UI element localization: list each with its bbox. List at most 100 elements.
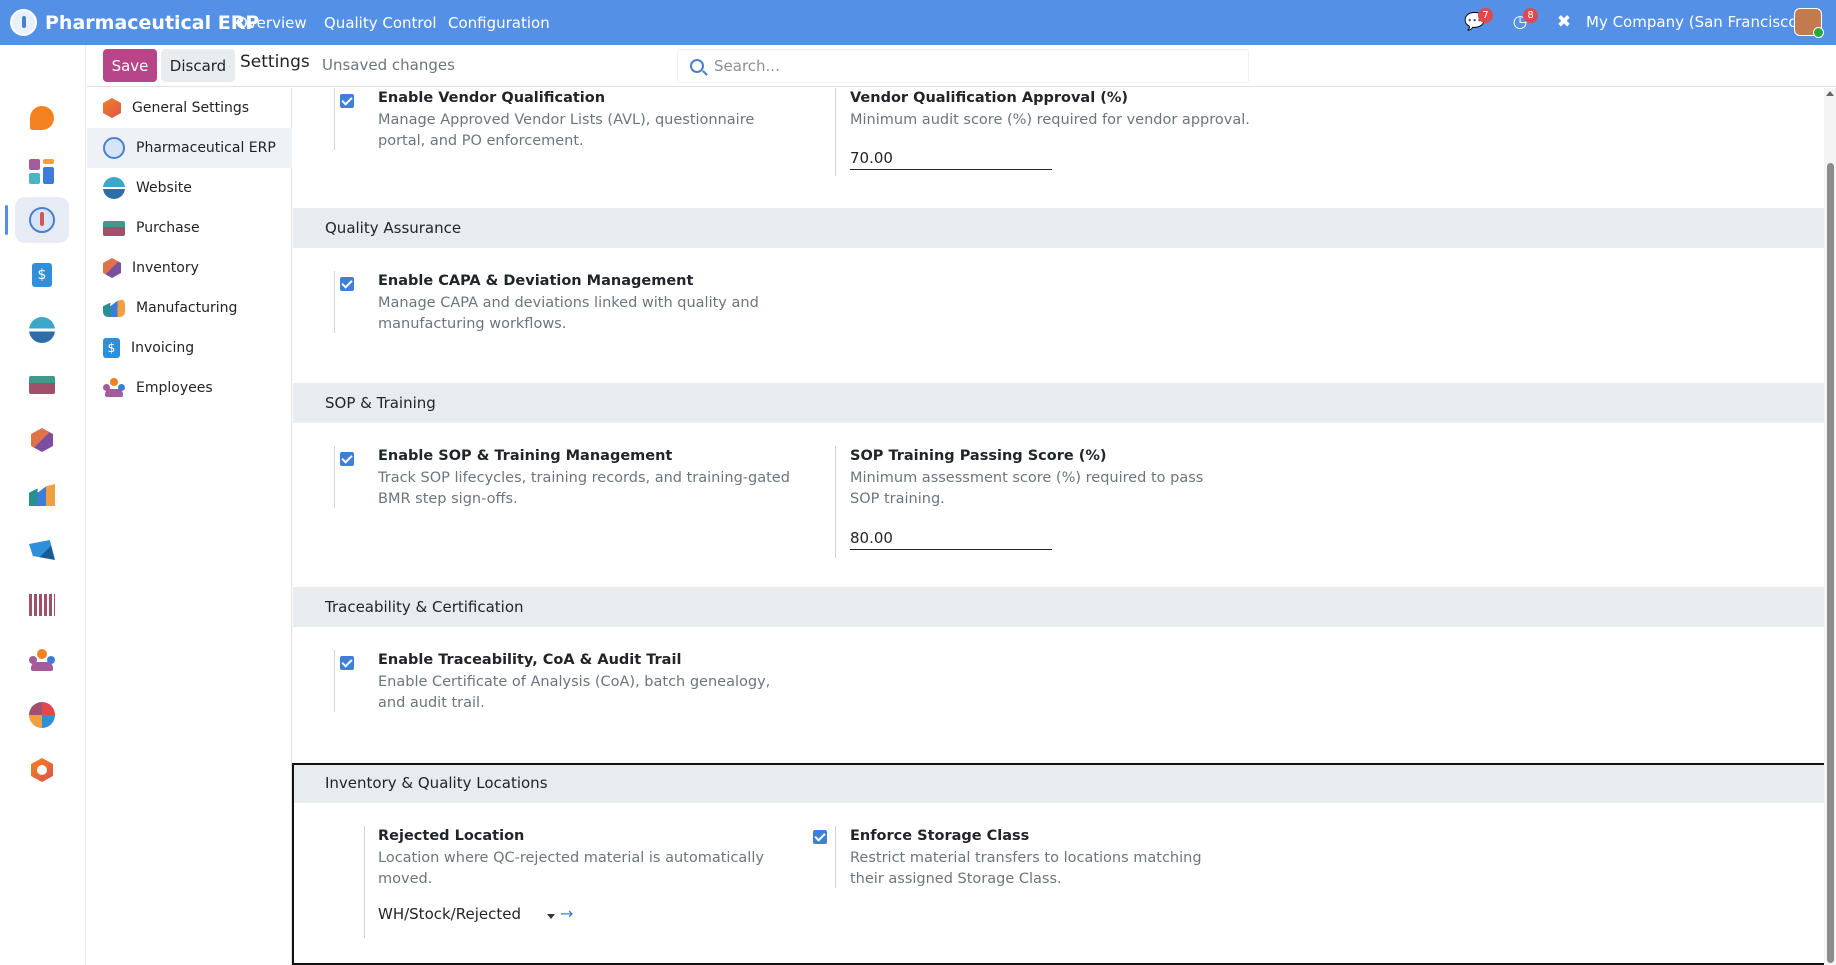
discuss-icon: [30, 106, 54, 130]
divider: [334, 271, 335, 333]
divider: [334, 88, 335, 150]
search-bar: [677, 49, 1249, 83]
save-button[interactable]: Save: [103, 49, 157, 82]
website-icon: [103, 177, 125, 199]
enforce-storage-class-title: Enforce Storage Class: [850, 828, 1030, 844]
scroll-up-icon[interactable]: [1826, 91, 1834, 96]
messages-button[interactable]: 💬 7: [1464, 8, 1493, 33]
brand[interactable]: Pharmaceutical ERP: [10, 0, 259, 45]
sidebar-item-label: Inventory: [132, 260, 199, 276]
rail-invoicing[interactable]: $: [15, 252, 69, 298]
vendor-qualification-title: Enable Vendor Qualification: [378, 90, 606, 106]
rail-barcode[interactable]: [15, 582, 69, 628]
messages-badge: 7: [1478, 8, 1493, 23]
rail-settings[interactable]: [15, 747, 69, 793]
sidebar-item-label: Invoicing: [131, 340, 195, 356]
rail-field-service[interactable]: [15, 527, 69, 573]
sop-training-checkbox[interactable]: [340, 452, 354, 466]
sidebar-item-label: Manufacturing: [136, 300, 238, 316]
sidebar-item-label: Purchase: [136, 220, 200, 236]
vendor-approval-title: Vendor Qualification Approval (%): [850, 90, 1128, 106]
settings-content: Enable Vendor Qualification Manage Appro…: [293, 88, 1824, 965]
sop-training-desc: Track SOP lifecycles, training records, …: [378, 470, 790, 507]
sidebar-item-employees[interactable]: Employees: [87, 368, 292, 408]
traceability-checkbox[interactable]: [340, 656, 354, 670]
top-navbar: Pharmaceutical ERP Overview Quality Cont…: [0, 0, 1836, 45]
invoicing-icon: $: [103, 338, 120, 358]
rail-pharmaceutical-erp[interactable]: [15, 197, 69, 243]
divider: [364, 826, 365, 938]
sidebar-item-pharmaceutical-erp[interactable]: Pharmaceutical ERP: [87, 128, 292, 168]
enforce-storage-class-desc: Restrict material transfers to locations…: [850, 850, 1202, 887]
rail-reporting[interactable]: [15, 692, 69, 738]
sidebar-item-purchase[interactable]: Purchase: [87, 208, 292, 248]
user-avatar[interactable]: [1794, 8, 1824, 38]
rejected-location-select[interactable]: WH/Stock/Rejected: [378, 905, 521, 923]
sidebar-item-website[interactable]: Website: [87, 168, 292, 208]
inventory-icon: [103, 258, 121, 278]
divider: [835, 446, 836, 558]
barcode-icon: [29, 594, 55, 616]
sop-passing-score-desc: Minimum assessment score (%) required to…: [850, 470, 1204, 507]
vendor-qualification-checkbox[interactable]: [340, 94, 354, 108]
chevron-down-icon[interactable]: [547, 914, 555, 919]
rail-purchase[interactable]: [15, 362, 69, 408]
employees-icon: [29, 647, 55, 673]
rail-dashboards[interactable]: [15, 149, 69, 195]
rail-employees[interactable]: [15, 637, 69, 683]
discard-button[interactable]: Discard: [161, 49, 235, 82]
internal-link-arrow-icon[interactable]: →: [560, 904, 573, 923]
invoicing-icon: $: [32, 263, 52, 287]
field-service-icon: [29, 540, 55, 560]
pharma-erp-icon: [103, 137, 125, 159]
sop-passing-score-input[interactable]: [850, 526, 1052, 550]
inventory-icon: [31, 428, 53, 452]
pharma-erp-icon: [29, 207, 55, 233]
pie-chart-icon: [29, 702, 55, 728]
manufacturing-icon: [103, 299, 125, 317]
sidebar-item-manufacturing[interactable]: Manufacturing: [87, 288, 292, 328]
search-icon: [690, 59, 704, 73]
capa-deviation-checkbox[interactable]: [340, 277, 354, 291]
purchase-icon: [29, 376, 55, 394]
debug-tools-button[interactable]: ✖: [1553, 11, 1575, 33]
sidebar-item-inventory[interactable]: Inventory: [87, 248, 292, 288]
menu-configuration[interactable]: Configuration: [448, 0, 550, 45]
divider: [334, 650, 335, 712]
sidebar-item-label: Website: [136, 180, 192, 196]
sidebar-item-label: Pharmaceutical ERP: [136, 140, 276, 156]
rail-manufacturing[interactable]: [15, 472, 69, 518]
section-heading-inventory-locations: Inventory & Quality Locations: [293, 763, 1824, 803]
vendor-approval-input[interactable]: [850, 146, 1052, 170]
settings-hex-icon: [31, 758, 53, 782]
divider: [835, 88, 836, 176]
scrollbar[interactable]: [1824, 88, 1836, 965]
menu-quality-control[interactable]: Quality Control: [324, 0, 437, 45]
activities-badge: 8: [1523, 8, 1538, 23]
scrollbar-thumb[interactable]: [1827, 163, 1834, 963]
capa-deviation-desc: Manage CAPA and deviations linked with q…: [378, 295, 759, 332]
dashboard-icon: [29, 159, 55, 185]
vendor-qualification-desc: Manage Approved Vendor Lists (AVL), ques…: [378, 112, 755, 149]
company-switcher[interactable]: My Company (San Francisco): [1586, 0, 1803, 45]
sop-training-title: Enable SOP & Training Management: [378, 448, 673, 464]
rail-inventory[interactable]: [15, 417, 69, 463]
sidebar-item-invoicing[interactable]: $ Invoicing: [87, 328, 292, 368]
traceability-title: Enable Traceability, CoA & Audit Trail: [378, 652, 682, 668]
divider: [835, 826, 836, 888]
capa-deviation-title: Enable CAPA & Deviation Management: [378, 273, 694, 289]
section-heading-quality-assurance: Quality Assurance: [293, 208, 1824, 248]
rail-website[interactable]: [15, 307, 69, 353]
section-heading-sop-training: SOP & Training: [293, 383, 1824, 423]
section-heading-traceability: Traceability & Certification: [293, 587, 1824, 627]
rail-discuss[interactable]: [15, 95, 69, 141]
tools-icon: ✖: [1556, 12, 1572, 32]
menu-overview[interactable]: Overview: [236, 0, 307, 45]
website-icon: [29, 317, 55, 343]
activities-button[interactable]: ◷ 8: [1509, 8, 1538, 33]
sidebar-item-general-settings[interactable]: General Settings: [87, 88, 292, 128]
search-input[interactable]: [714, 57, 1234, 75]
vendor-approval-desc: Minimum audit score (%) required for ven…: [850, 112, 1250, 128]
purchase-icon: [103, 220, 125, 236]
enforce-storage-class-checkbox[interactable]: [813, 830, 827, 844]
